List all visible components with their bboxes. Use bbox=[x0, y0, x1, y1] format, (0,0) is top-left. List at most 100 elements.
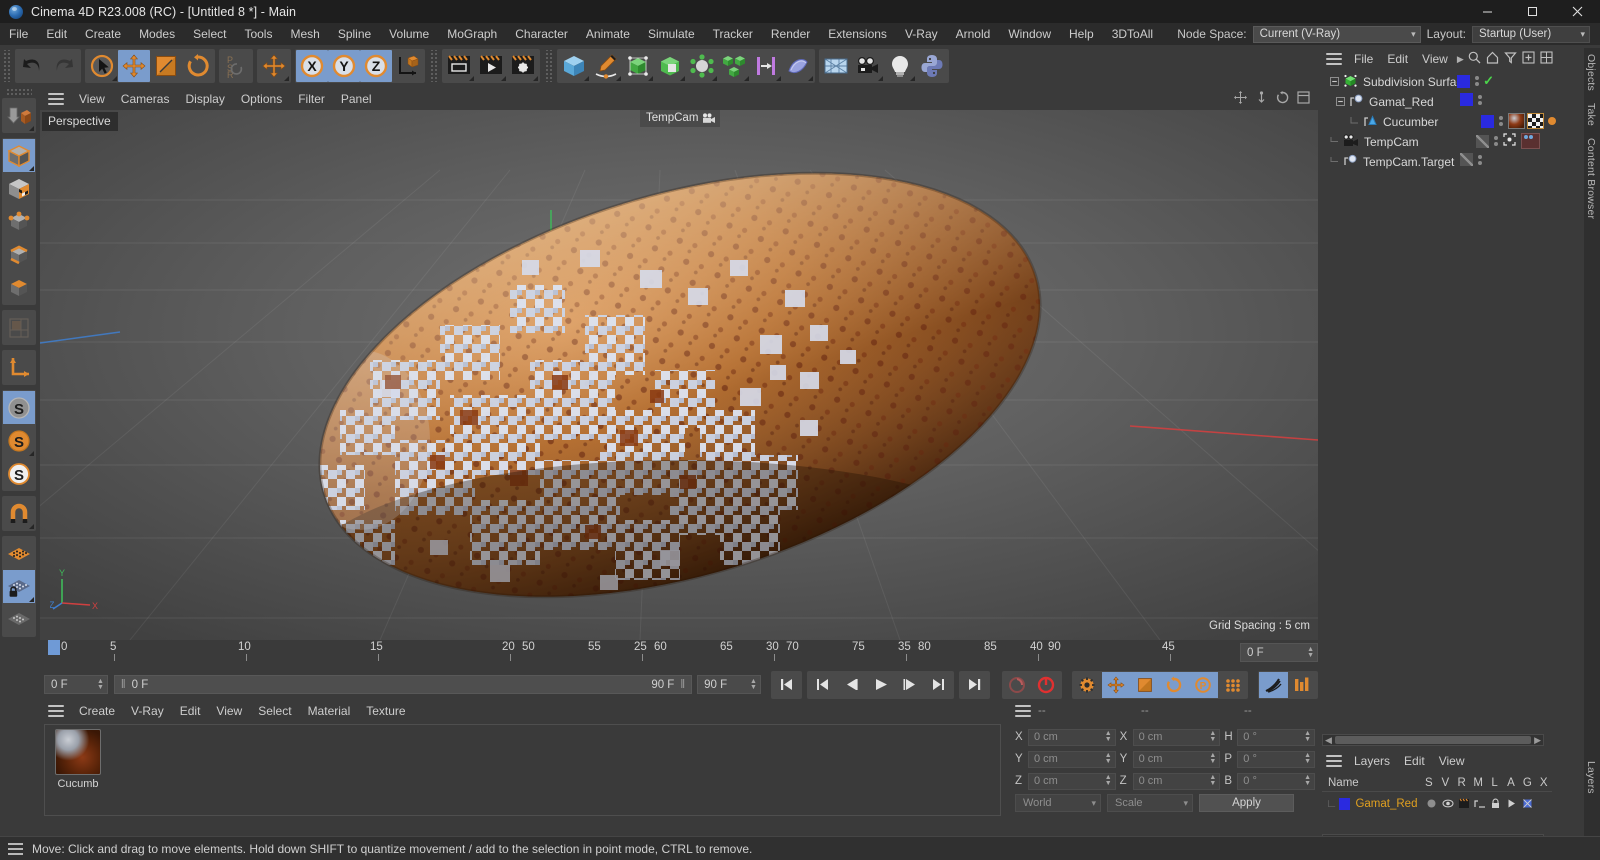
object-menu-file[interactable]: File bbox=[1347, 48, 1380, 70]
layer-visible-toggle[interactable] bbox=[1440, 798, 1456, 809]
scroll-left-icon[interactable]: ◀ bbox=[1325, 735, 1332, 746]
object-row-gamat-red[interactable]: Gamat_Red bbox=[1322, 92, 1558, 112]
start-frame-spinner[interactable]: ▲ ▼ bbox=[97, 678, 107, 691]
viewport-menu-view[interactable]: View bbox=[71, 88, 113, 110]
deformer-icon[interactable] bbox=[750, 49, 782, 82]
step-back-button[interactable] bbox=[836, 671, 866, 698]
layer-color-swatch[interactable] bbox=[1339, 797, 1351, 810]
material-menu-texture[interactable]: Texture bbox=[358, 700, 413, 722]
menu-character[interactable]: Character bbox=[506, 23, 577, 45]
visibility-dots[interactable] bbox=[1499, 116, 1503, 126]
magnet-icon[interactable] bbox=[3, 497, 35, 530]
array-icon[interactable] bbox=[654, 49, 686, 82]
layer-lock-toggle[interactable] bbox=[1488, 798, 1504, 809]
layers-menu-layers[interactable]: Layers bbox=[1347, 750, 1397, 772]
param-key-button[interactable]: P bbox=[1188, 671, 1218, 698]
autokeying-button[interactable] bbox=[1031, 671, 1061, 698]
psr-lock-icon[interactable]: P S R bbox=[220, 49, 252, 82]
material-menu-edit[interactable]: Edit bbox=[172, 700, 209, 722]
start-frame-field[interactable]: 0 F ▲ ▼ bbox=[44, 675, 108, 694]
coord-field-pos-y[interactable]: 0 cm ▲ ▼ bbox=[1027, 750, 1116, 768]
layer-render-toggle[interactable] bbox=[1456, 798, 1472, 809]
scale-key-button[interactable] bbox=[1130, 671, 1160, 698]
expand-collapse-icon[interactable] bbox=[1330, 75, 1339, 89]
workplane-planar-icon[interactable] bbox=[3, 603, 35, 636]
coord-field-rot-p[interactable]: 0 ° ▲ ▼ bbox=[1237, 750, 1315, 768]
coord-field-size-z[interactable]: 0 cm ▲ ▼ bbox=[1132, 772, 1221, 790]
object-row-cucumber[interactable]: Cucumber bbox=[1322, 112, 1558, 132]
viewport-menu-cameras[interactable]: Cameras bbox=[113, 88, 178, 110]
object-manager-scrollbar[interactable]: ◀ ▶ bbox=[1322, 734, 1544, 746]
render-view-icon[interactable] bbox=[443, 49, 475, 82]
layer-animation-toggle[interactable] bbox=[1504, 798, 1520, 809]
object-row-tempcam-target[interactable]: TempCam.Target bbox=[1322, 152, 1558, 172]
axis-mode-icon[interactable] bbox=[3, 351, 35, 384]
coordinate-system-icon[interactable] bbox=[392, 49, 424, 82]
target-tag-icon[interactable] bbox=[1503, 133, 1516, 149]
y-axis-icon[interactable]: Y bbox=[328, 49, 360, 82]
edge-tab-content-browser[interactable]: Content Browser bbox=[1584, 132, 1598, 225]
object-color-swatch[interactable] bbox=[1460, 93, 1473, 106]
timeline-ruler[interactable]: 0 5 10 15 20 25 30 35 40 45 0 F ▲ ▼ bbox=[40, 640, 1318, 669]
coord-spinner-size-z[interactable]: ▲ ▼ bbox=[1209, 774, 1219, 787]
toolbar-grip-2[interactable] bbox=[429, 49, 438, 82]
light-icon[interactable] bbox=[884, 49, 916, 82]
object-row-subdivision-surface[interactable]: Subdivision Surface ✓ bbox=[1322, 72, 1558, 92]
menu-arnold[interactable]: Arnold bbox=[947, 23, 1000, 45]
coord-spinner-rot-h[interactable]: ▲ ▼ bbox=[1304, 730, 1314, 743]
record-active-objects-button[interactable] bbox=[1002, 671, 1032, 698]
model-mode-icon[interactable] bbox=[3, 139, 35, 172]
position-key-button[interactable] bbox=[1101, 671, 1131, 698]
grid-icon[interactable] bbox=[1540, 51, 1553, 67]
menu-3dtoall[interactable]: 3DToAll bbox=[1103, 23, 1162, 45]
move-tool-icon[interactable] bbox=[118, 49, 150, 82]
rotation-key-button[interactable] bbox=[1159, 671, 1189, 698]
visibility-dots[interactable] bbox=[1478, 94, 1482, 105]
scrollbar-thumb[interactable] bbox=[1334, 736, 1532, 744]
step-forward-button[interactable] bbox=[894, 671, 924, 698]
python-icon[interactable] bbox=[916, 49, 948, 82]
coord-field-size-y[interactable]: 0 cm ▲ ▼ bbox=[1132, 750, 1221, 768]
end-frame-spinner[interactable]: ▲ ▼ bbox=[750, 678, 760, 691]
apply-button[interactable]: Apply bbox=[1199, 794, 1294, 812]
texture-mode-icon[interactable] bbox=[3, 172, 35, 205]
menu-tracker[interactable]: Tracker bbox=[704, 23, 762, 45]
toolbar-grip-3[interactable] bbox=[544, 49, 553, 82]
dynamics-button[interactable] bbox=[1258, 671, 1288, 698]
menu-mesh[interactable]: Mesh bbox=[281, 23, 328, 45]
snap-2d-icon[interactable]: S bbox=[3, 424, 35, 457]
coord-spinner-pos-y[interactable]: ▲ ▼ bbox=[1105, 752, 1115, 765]
object-color-swatch[interactable] bbox=[1457, 74, 1471, 88]
edge-mode-icon[interactable] bbox=[3, 238, 35, 271]
object-menu-view[interactable]: View bbox=[1415, 48, 1455, 70]
material-menu-vray[interactable]: V-Ray bbox=[123, 700, 172, 722]
go-to-next-key-button[interactable] bbox=[923, 671, 953, 698]
menu-create[interactable]: Create bbox=[76, 23, 130, 45]
polygon-mode-icon[interactable] bbox=[3, 271, 35, 304]
z-axis-icon[interactable]: Z bbox=[360, 49, 392, 82]
viewport-menu-filter[interactable]: Filter bbox=[290, 88, 333, 110]
visibility-dots[interactable] bbox=[1475, 76, 1480, 86]
add-icon[interactable] bbox=[1522, 51, 1535, 67]
floor-icon[interactable] bbox=[820, 49, 852, 82]
snap-enable-icon[interactable]: S bbox=[3, 391, 35, 424]
menu-volume[interactable]: Volume bbox=[380, 23, 438, 45]
menu-edit[interactable]: Edit bbox=[37, 23, 76, 45]
layout-dropdown[interactable]: Startup (User) ▾ bbox=[1472, 25, 1590, 43]
x-axis-icon[interactable]: X bbox=[296, 49, 328, 82]
go-to-start-button[interactable] bbox=[771, 671, 801, 698]
render-settings-icon[interactable] bbox=[507, 49, 539, 82]
layers-row-gamat-red[interactable]: ∟ Gamat_Red bbox=[1322, 794, 1552, 813]
coordinates-menu-icon[interactable] bbox=[1015, 705, 1031, 717]
menu-tools[interactable]: Tools bbox=[235, 23, 281, 45]
menu-animate[interactable]: Animate bbox=[577, 23, 639, 45]
end-frame-field[interactable]: 90 F ▲ ▼ bbox=[697, 675, 761, 694]
make-editable-icon[interactable] bbox=[3, 99, 35, 132]
project-settings-button[interactable] bbox=[1287, 671, 1317, 698]
edge-tab-objects[interactable]: Objects bbox=[1584, 48, 1598, 97]
snap-3d-icon[interactable]: S bbox=[3, 457, 35, 490]
menu-file[interactable]: File bbox=[0, 23, 37, 45]
menu-render[interactable]: Render bbox=[762, 23, 819, 45]
cloner-icon[interactable] bbox=[718, 49, 750, 82]
frame-spinner[interactable]: ▲ ▼ bbox=[1307, 646, 1317, 659]
